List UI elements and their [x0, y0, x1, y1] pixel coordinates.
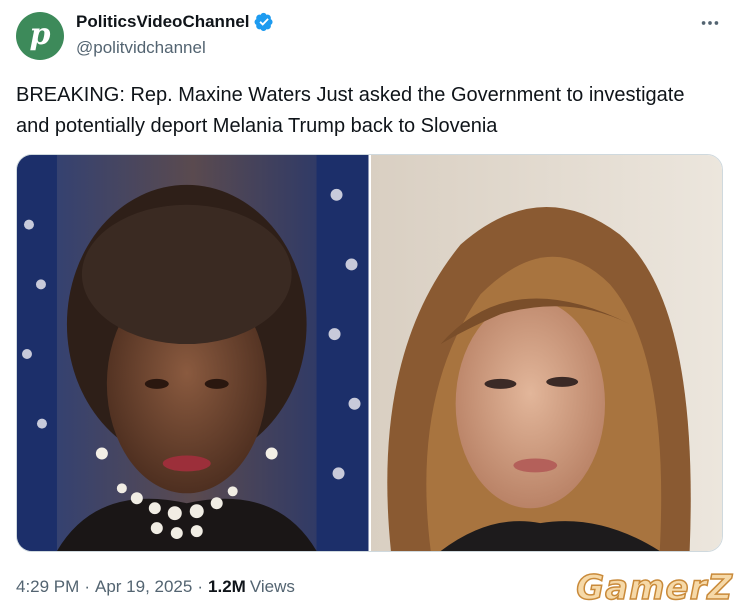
photo-right[interactable]: [370, 155, 722, 551]
watermark: GamerZ: [575, 567, 733, 609]
photo-left[interactable]: [17, 155, 369, 551]
account-name-row: PoliticsVideoChannel: [76, 12, 274, 32]
avatar-letter: p: [29, 17, 51, 52]
verified-badge-icon[interactable]: [254, 12, 274, 32]
account-handle[interactable]: @politvidchannel: [76, 38, 206, 58]
more-horizontal-icon[interactable]: [697, 10, 723, 36]
views-count[interactable]: 1.2M: [208, 577, 246, 597]
tweet-media[interactable]: [16, 154, 723, 552]
tweet-time[interactable]: 4:29 PM: [16, 577, 79, 597]
tweet-meta: 4:29 PM · Apr 19, 2025 · 1.2M Views: [16, 577, 295, 597]
avatar[interactable]: p: [16, 12, 64, 60]
meta-separator: ·: [84, 577, 90, 596]
meta-separator: ·: [197, 577, 204, 596]
tweet-text: BREAKING: Rep. Maxine Waters Just asked …: [16, 84, 685, 137]
views-label[interactable]: Views: [250, 577, 295, 597]
display-name[interactable]: PoliticsVideoChannel: [76, 12, 250, 32]
tweet-date[interactable]: Apr 19, 2025: [95, 577, 192, 597]
